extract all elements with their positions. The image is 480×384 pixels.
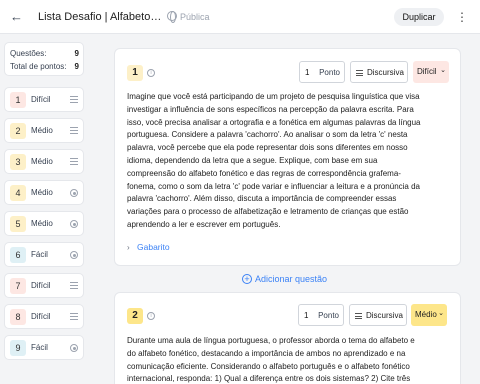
question-number-badge: 3 <box>10 154 26 170</box>
question-number-badge: 4 <box>10 185 26 201</box>
info-icon[interactable]: i <box>147 312 155 320</box>
globe-icon <box>167 11 177 23</box>
lines-icon <box>70 96 78 103</box>
points-stepper[interactable]: 1 Ponto <box>298 304 344 326</box>
questions-label: Questões: <box>10 49 47 58</box>
lines-icon <box>356 70 363 76</box>
difficulty-label: Médio <box>31 188 53 197</box>
lines-icon <box>70 282 78 289</box>
question-number-badge: 6 <box>10 247 26 263</box>
sidebar-question-item[interactable]: 1 Difícil <box>4 87 84 112</box>
add-question-button[interactable]: + Adicionar questão <box>242 273 327 285</box>
question-number-badge: 1 <box>10 92 26 108</box>
difficulty-label: Médio <box>415 310 437 319</box>
more-options-icon[interactable]: ⋮ <box>456 8 468 26</box>
radio-icon <box>70 344 78 352</box>
sidebar-question-item[interactable]: 3 Médio <box>4 149 84 174</box>
questions-value: 9 <box>74 49 79 58</box>
sidebar-question-item[interactable]: 5 Médio <box>4 211 84 236</box>
points-value[interactable]: 1 <box>304 311 308 321</box>
chevron-right-icon: › <box>127 243 130 252</box>
question-text: Durante uma aula de língua portuguesa, o… <box>127 336 415 384</box>
summary-panel: Questões: 9 Total de pontos: 9 <box>4 42 84 76</box>
difficulty-label: Difícil <box>31 312 51 321</box>
points-value[interactable]: 1 <box>305 68 309 78</box>
question-number-badge: 5 <box>10 216 26 232</box>
question-type-label: Discursiva <box>367 68 404 77</box>
difficulty-label: Fácil <box>31 343 48 352</box>
difficulty-label: Difícil <box>31 281 51 290</box>
chevron-down-icon: ⌄ <box>440 67 446 74</box>
difficulty-label: Fácil <box>31 250 48 259</box>
sidebar-question-item[interactable]: 8 Difícil <box>4 304 84 329</box>
top-bar: ← Lista Desafio | Alfabeto e Acentuação … <box>0 0 480 34</box>
difficulty-label: Difícil <box>417 67 437 76</box>
points-total: Total de pontos: 9 <box>10 62 79 72</box>
sidebar-question-item[interactable]: 2 Médio <box>4 118 84 143</box>
answer-key-toggle[interactable]: › Gabarito <box>127 241 170 254</box>
points-unit: Ponto <box>318 311 339 320</box>
radio-icon <box>70 251 78 259</box>
page-title: Lista Desafio | Alfabeto e Acentuação <box>38 11 162 23</box>
radio-icon <box>70 220 78 228</box>
points-stepper[interactable]: 1 Ponto <box>299 61 345 83</box>
plus-circle-icon: + <box>242 274 252 284</box>
difficulty-select[interactable]: Médio ⌄ <box>411 304 447 326</box>
points-value: 9 <box>74 62 79 71</box>
visibility-label[interactable]: Pública <box>180 11 210 23</box>
question-number-badge: 2 <box>127 308 143 324</box>
sidebar-question-item[interactable]: 9 Fácil <box>4 335 84 360</box>
info-icon[interactable]: i <box>147 69 155 77</box>
difficulty-label: Difícil <box>31 95 51 104</box>
questions-count: Questões: 9 <box>10 49 79 59</box>
sidebar-question-item[interactable]: 4 Médio <box>4 180 84 205</box>
difficulty-label: Médio <box>31 157 53 166</box>
question-number-badge: 2 <box>10 123 26 139</box>
add-question-label: Adicionar questão <box>255 274 328 284</box>
lines-icon <box>355 313 362 319</box>
difficulty-label: Médio <box>31 219 53 228</box>
duplicate-button[interactable]: Duplicar <box>394 8 444 26</box>
question-number-badge: 1 <box>127 65 143 81</box>
back-arrow-icon[interactable]: ← <box>10 10 23 24</box>
answer-key-label: Gabarito <box>137 242 170 252</box>
question-card-1: 1 i 1 Ponto Discursiva Difícil ⌄ Imagine… <box>114 48 461 266</box>
sidebar-question-item[interactable]: 7 Difícil <box>4 273 84 298</box>
question-card-2: 2 i 1 Ponto Discursiva Médio ⌄ Durante u… <box>114 292 461 384</box>
points-unit: Ponto <box>319 68 340 77</box>
question-text: Imagine que você está participando de um… <box>127 92 421 229</box>
question-number-badge: 8 <box>10 309 26 325</box>
question-type-label: Discursiva <box>366 311 403 320</box>
chevron-down-icon: ⌄ <box>438 310 444 317</box>
lines-icon <box>70 127 78 134</box>
question-type-button[interactable]: Discursiva <box>349 304 407 326</box>
sidebar-question-item[interactable]: 6 Fácil <box>4 242 84 267</box>
difficulty-label: Médio <box>31 126 53 135</box>
radio-icon <box>70 189 78 197</box>
lines-icon <box>70 313 78 320</box>
question-number-badge: 9 <box>10 340 26 356</box>
difficulty-select[interactable]: Difícil ⌄ <box>413 61 449 83</box>
question-type-button[interactable]: Discursiva <box>350 61 408 83</box>
points-label: Total de pontos: <box>10 62 67 71</box>
lines-icon <box>70 158 78 165</box>
question-number-badge: 7 <box>10 278 26 294</box>
